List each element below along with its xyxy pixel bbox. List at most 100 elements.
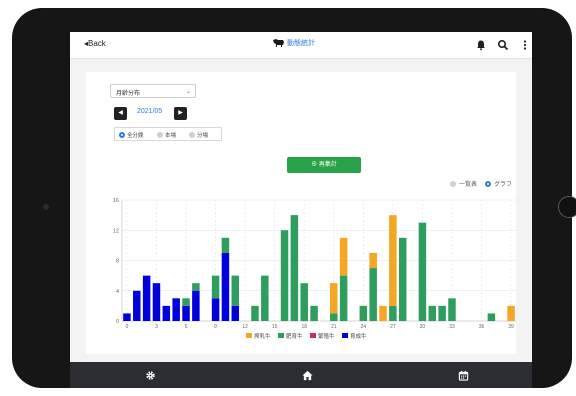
view-label: グラフ [494,182,513,188]
content-card: 月齢分布 ⌄ ◀ 2021/05 ▶ 全分娩 本場 分場 ⊕ 再集計 一覧表 グ… [86,72,516,354]
select-value: 月齢分布 [116,91,141,97]
bar-segment [290,215,299,321]
search-icon[interactable] [497,39,509,51]
x-tick-label: 21 [331,324,337,330]
bottom-nav [70,362,532,388]
x-tick-label: 12 [242,324,248,330]
radio-selected-icon [485,180,491,187]
bar-segment [192,290,200,321]
bar-segment [330,313,338,321]
y-tick-label: 8 [116,259,119,265]
bar-segment [428,305,437,321]
bar-segment [379,305,387,321]
legend-swatch [278,333,284,338]
more-vertical-icon[interactable] [519,39,531,51]
legend-label: 繁殖牛 [318,332,335,340]
bar-segment [152,283,161,321]
age-distribution-chart: 04812160 3 6 9 12 15 18 21 24 27 30 33 36 39搾乳牛 肥育牛 繁殖牛… [113,198,516,340]
y-tick-label: 12 [113,228,119,234]
gear-icon[interactable] [145,370,156,381]
bar-segment [221,237,230,253]
bell-icon[interactable] [475,39,487,51]
bar-segment [172,298,180,321]
radio-unselected-icon [157,132,163,138]
refresh-icon: ⊕ [311,162,318,168]
bar-segment [182,298,190,306]
recalculate-label: 再集計 [318,162,337,168]
x-tick-label: 18 [301,324,307,330]
view-option-table[interactable]: 一覧表 [450,179,477,188]
bar-segment [369,252,377,269]
chevron-down-icon: ⌄ [185,89,191,95]
radio-main-farm[interactable]: 本場 [157,131,176,139]
bar-segment [231,305,240,321]
home-icon[interactable] [302,370,313,381]
bar-segment [133,290,141,321]
legend-label: 育成牛 [350,332,367,340]
next-month-button[interactable]: ▶ [174,107,187,120]
prev-month-button[interactable]: ◀ [114,107,127,120]
back-label: Back [88,39,106,48]
app-screen: ◂Back 動態統計 月齢分布 ⌄ ◀ 2021/05 ▶ 全分娩 本場 分場 … [70,32,532,388]
bar-segment [280,230,289,321]
radio-unselected-icon [189,132,195,138]
y-tick-label: 4 [116,289,119,295]
home-hardware-button[interactable] [558,196,576,218]
farm-radio-group: 全分娩 本場 分場 [114,127,222,141]
bar-segment [221,252,230,321]
camera-icon [43,204,49,210]
bar-segment [182,305,190,321]
bar-segment [487,313,496,321]
x-tick-label: 3 [155,324,158,330]
bar-segment [231,275,240,306]
legend-swatch [246,333,252,338]
x-tick-label: 36 [479,324,485,330]
bar-segment [339,275,348,321]
legend-swatch [310,333,316,338]
bar-segment [300,283,308,321]
bar-segment [369,268,377,321]
bar-segment [162,305,171,321]
radio-branch-farm[interactable]: 分場 [189,131,208,139]
x-tick-label: 0 [126,324,129,330]
radio-all-births[interactable]: 全分娩 [119,131,144,139]
bar-segment [123,313,131,321]
bar-segment [211,298,220,321]
distribution-select[interactable]: 月齢分布 ⌄ [110,84,196,98]
app-logo: 動態統計 [272,37,315,48]
x-tick-label: 24 [361,324,367,330]
x-tick-label: 33 [449,324,455,330]
radio-label: 全分娩 [127,133,144,139]
bar-segment [418,222,427,321]
bar-segment [448,298,456,321]
bar-segment [389,305,397,321]
bar-segment [192,283,200,291]
recalculate-button[interactable]: ⊕ 再集計 [287,157,361,173]
bar-segment [251,305,259,321]
radio-label: 本場 [165,133,177,139]
x-tick-label: 6 [185,324,188,330]
x-tick-label: 30 [420,324,426,330]
bar-segment [211,275,220,299]
bar-segment [438,305,446,321]
legend-swatch [342,333,348,338]
back-button[interactable]: ◂Back [84,39,106,48]
bar-segment [339,237,348,276]
x-tick-label: 39 [508,324,514,330]
calendar-icon[interactable] [458,370,469,381]
y-tick-label: 16 [113,198,119,204]
bar-segment [261,275,269,321]
bar-segment [310,305,318,321]
bar-segment [398,237,407,321]
month-label: 2021/05 [137,108,163,115]
legend-label: 肥育牛 [286,332,303,340]
x-tick-label: 27 [390,324,396,330]
x-tick-label: 9 [214,324,217,330]
radio-unselected-icon [450,180,456,187]
y-tick-label: 0 [116,319,119,325]
bar-segment [142,275,151,321]
view-option-graph[interactable]: グラフ [485,179,512,188]
bar-segment [330,283,338,314]
legend-label: 搾乳牛 [254,332,271,340]
app-header: ◂Back 動態統計 [70,32,532,59]
